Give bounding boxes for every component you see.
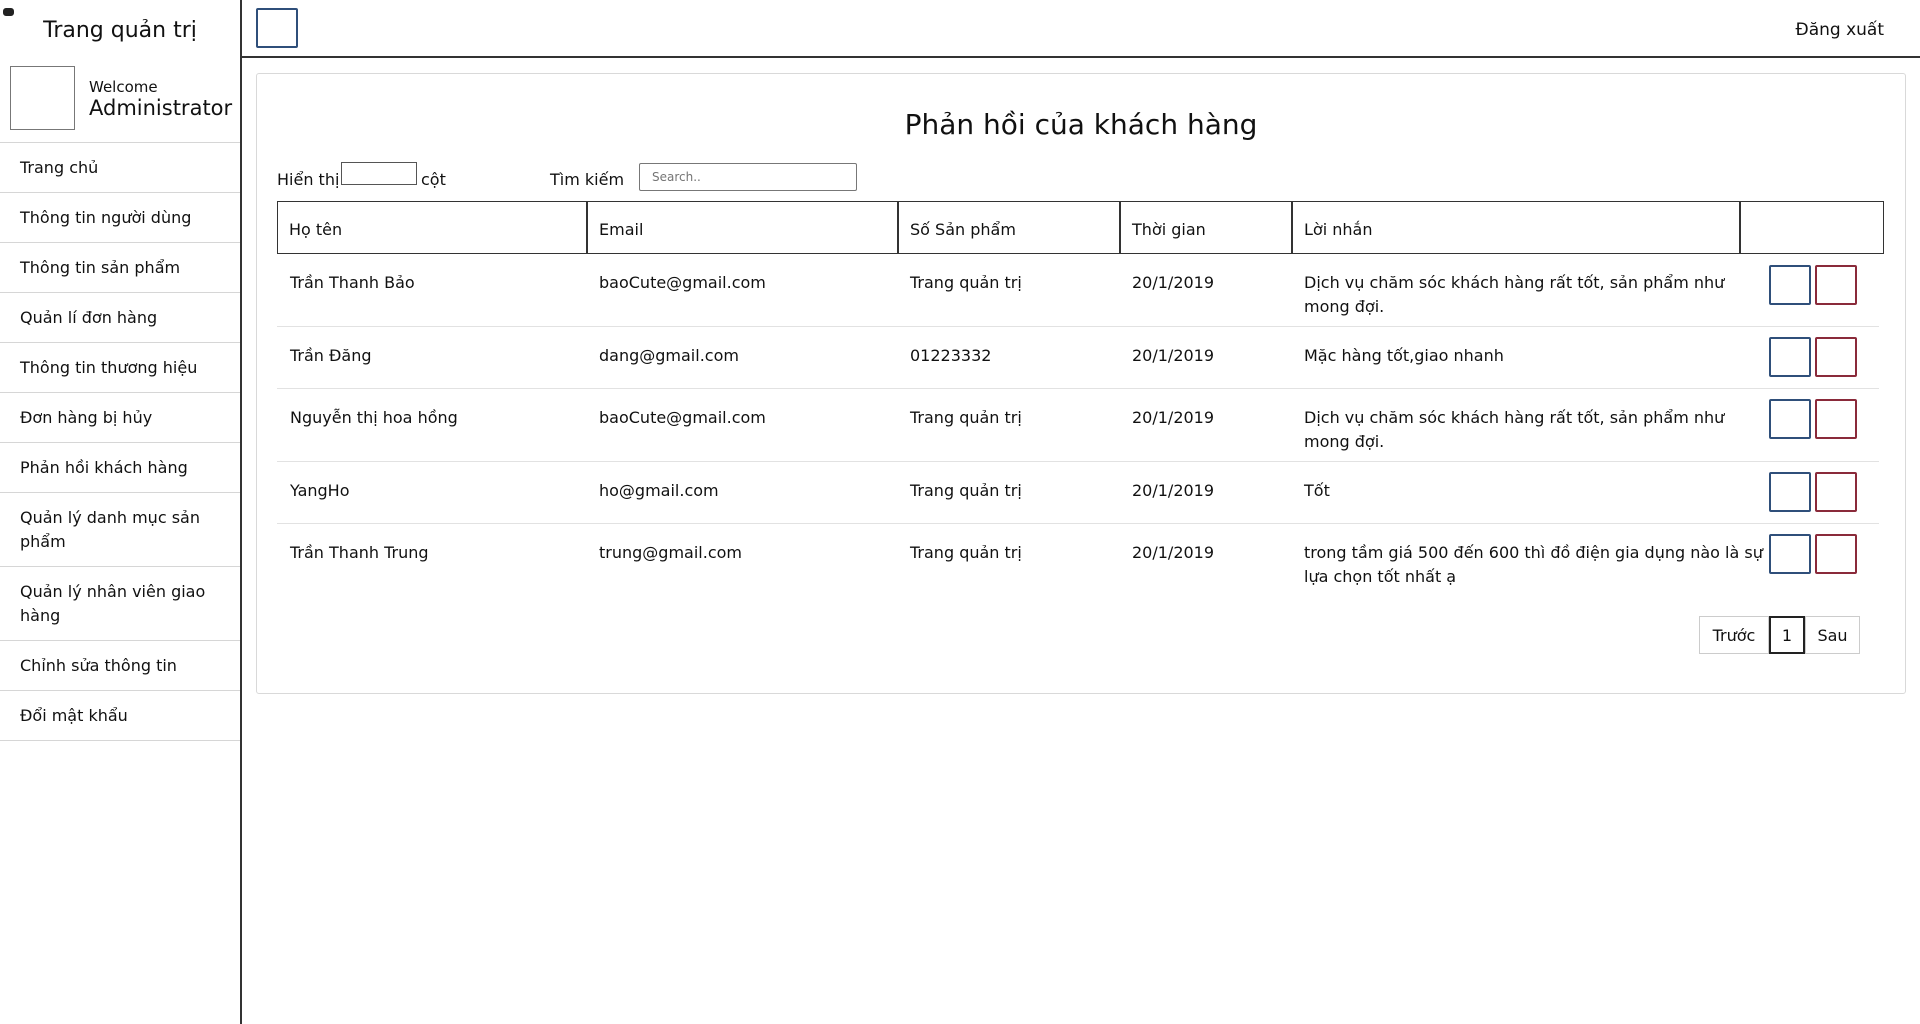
rows-count-input[interactable] [341, 162, 417, 185]
delete-button[interactable] [1815, 265, 1857, 305]
cell-product: Trang quản trị [910, 273, 1022, 292]
pagination: Trước 1 Sau [1699, 616, 1860, 654]
page-title: Phản hồi của khách hàng [904, 108, 1258, 141]
sidebar-item-label: Quản lý nhân viên giao hàng [20, 581, 206, 625]
table-header: Họ tên Email Số Sản phẩm Thời gian Lời n… [277, 201, 1889, 254]
edit-button[interactable] [1769, 472, 1811, 512]
search-label: Tìm kiếm [550, 170, 625, 189]
delete-button[interactable] [1815, 534, 1857, 574]
edit-button[interactable] [1769, 337, 1811, 377]
sidebar-item-label: Thông tin thương hiệu [20, 357, 198, 377]
cell-name: Trần Thanh Bảo [290, 273, 415, 292]
cell-time: 20/1/2019 [1132, 273, 1215, 292]
table-row: Trần Thanh Bảo baoCute@gmail.com Trang q… [277, 254, 1879, 327]
page-1-button[interactable]: 1 [1769, 616, 1805, 654]
avatar [10, 66, 75, 130]
sidebar-item-label: Phản hồi khách hàng [20, 457, 188, 477]
sidebar-item-cancelled-orders[interactable]: Đơn hàng bị hủy [0, 393, 240, 443]
edit-button[interactable] [1769, 265, 1811, 305]
cell-time: 20/1/2019 [1132, 408, 1215, 427]
cell-time: 20/1/2019 [1132, 543, 1215, 562]
sidebar-item-brands[interactable]: Thông tin thương hiệu [0, 343, 240, 393]
sidebar-item-edit-profile[interactable]: Chỉnh sửa thông tin [0, 641, 240, 691]
cell-time: 20/1/2019 [1132, 346, 1215, 365]
header-name: Họ tên [277, 201, 587, 254]
sidebar-item-orders[interactable]: Quản lí đơn hàng [0, 293, 240, 343]
cell-message: Dịch vụ chăm sóc khách hàng rất tốt, sản… [1304, 273, 1725, 316]
header-message: Lời nhắn [1292, 201, 1740, 254]
show-label: Hiển thị [277, 170, 340, 189]
cell-message: Tốt [1304, 481, 1330, 500]
cell-product: 01223332 [910, 346, 992, 365]
cell-name: Trần Thanh Trung [290, 543, 429, 562]
cell-email: dang@gmail.com [599, 346, 739, 365]
cell-email: ho@gmail.com [599, 481, 719, 500]
admin-name: Administrator [89, 96, 233, 120]
header-email: Email [587, 201, 898, 254]
table-controls: Hiển thị cột Tìm kiếm [277, 162, 1877, 194]
sidebar-item-users[interactable]: Thông tin người dùng [0, 193, 240, 243]
edit-button[interactable] [1769, 534, 1811, 574]
cell-message: trong tầm giá 500 đến 600 thì đồ điện gi… [1304, 543, 1763, 586]
cell-product: Trang quản trị [910, 408, 1022, 427]
table-row: YangHo ho@gmail.com Trang quản trị 20/1/… [277, 462, 1879, 524]
app-logo-icon [3, 8, 14, 16]
delete-button[interactable] [1815, 472, 1857, 512]
sidebar-item-label: Đơn hàng bị hủy [20, 407, 153, 427]
table-row: Trần Thanh Trung trung@gmail.com Trang q… [277, 524, 1879, 597]
logout-link[interactable]: Đăng xuất [1796, 20, 1884, 40]
cell-name: Nguyễn thị hoa hồng [290, 408, 458, 427]
sidebar-title: Trang quản trị [43, 18, 197, 43]
welcome-text: Welcome [89, 78, 158, 96]
table-row: Nguyễn thị hoa hồng baoCute@gmail.com Tr… [277, 389, 1879, 462]
cell-email: trung@gmail.com [599, 543, 742, 562]
cell-name: YangHo [290, 481, 350, 500]
sidebar-item-label: Đổi mật khẩu [20, 705, 128, 725]
edit-button[interactable] [1769, 399, 1811, 439]
feedback-panel: Phản hồi của khách hàng Hiển thị cột Tìm… [256, 73, 1906, 694]
cell-product: Trang quản trị [910, 543, 1022, 562]
delete-button[interactable] [1815, 337, 1857, 377]
cell-time: 20/1/2019 [1132, 481, 1215, 500]
cell-product: Trang quản trị [910, 481, 1022, 500]
sidebar-item-label: Thông tin người dùng [20, 207, 192, 227]
next-page-button[interactable]: Sau [1805, 616, 1860, 654]
top-bar: Đăng xuất [242, 0, 1920, 58]
menu-toggle-button[interactable] [256, 8, 298, 48]
sidebar-item-label: Thông tin sản phẩm [20, 257, 181, 277]
table-row: Trần Đăng dang@gmail.com 01223332 20/1/2… [277, 327, 1879, 389]
cell-message: Mặc hàng tốt,giao nhanh [1304, 346, 1504, 365]
delete-button[interactable] [1815, 399, 1857, 439]
feedback-table: Họ tên Email Số Sản phẩm Thời gian Lời n… [277, 201, 1889, 586]
sidebar-item-shippers[interactable]: Quản lý nhân viên giao hàng [0, 567, 240, 641]
header-time: Thời gian [1120, 201, 1292, 254]
sidebar-item-label: Chỉnh sửa thông tin [20, 655, 177, 675]
search-input[interactable] [639, 163, 857, 191]
cell-email: baoCute@gmail.com [599, 273, 766, 292]
sidebar-item-label: Quản lí đơn hàng [20, 307, 158, 327]
sidebar-menu: Trang chủ Thông tin người dùng Thông tin… [0, 142, 240, 741]
prev-page-button[interactable]: Trước [1699, 616, 1769, 654]
sidebar-item-home[interactable]: Trang chủ [0, 143, 240, 193]
sidebar-item-products[interactable]: Thông tin sản phẩm [0, 243, 240, 293]
sidebar-item-feedback[interactable]: Phản hồi khách hàng [0, 443, 240, 493]
sidebar-item-label: Trang chủ [20, 157, 99, 177]
sidebar-item-change-password[interactable]: Đổi mật khẩu [0, 691, 240, 741]
cell-message: Dịch vụ chăm sóc khách hàng rất tốt, sản… [1304, 408, 1725, 451]
sidebar-item-categories[interactable]: Quản lý danh mục sản phẩm [0, 493, 240, 567]
header-product: Số Sản phẩm [898, 201, 1120, 254]
cell-name: Trần Đăng [290, 346, 372, 365]
columns-label: cột [421, 170, 446, 189]
header-actions [1740, 201, 1884, 254]
cell-email: baoCute@gmail.com [599, 408, 766, 427]
sidebar: Trang quản trị Welcome Administrator Tra… [0, 0, 242, 1024]
sidebar-item-label: Quản lý danh mục sản phẩm [20, 507, 200, 551]
